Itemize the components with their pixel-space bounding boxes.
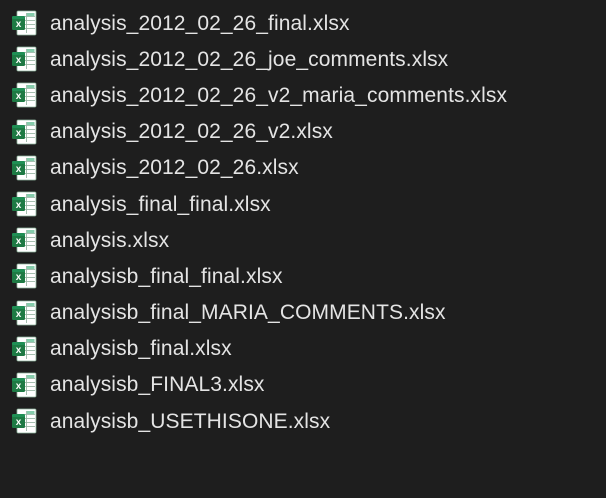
file-row[interactable]: x analysis_final_final.xlsx [0, 186, 606, 222]
file-row[interactable]: x analysis.xlsx [0, 222, 606, 258]
file-name: analysisb_USETHISONE.xlsx [50, 409, 331, 433]
file-row[interactable]: x analysis_2012_02_26_v2_maria_comments.… [0, 77, 606, 113]
excel-file-icon: x [12, 264, 37, 289]
excel-file-icon: x [12, 408, 37, 434]
excel-file-icon: x [12, 119, 37, 145]
file-name: analysisb_final.xlsx [50, 337, 232, 361]
file-name: analysisb_FINAL3.xlsx [50, 373, 265, 397]
svg-text:x: x [16, 272, 22, 283]
file-row[interactable]: x analysisb_USETHISONE.xlsx [0, 403, 606, 439]
svg-text:x: x [16, 91, 22, 102]
excel-file-icon: x [12, 46, 37, 72]
file-name: analysis_2012_02_26_v2.xlsx [50, 120, 333, 144]
excel-file-icon: x [12, 372, 37, 398]
file-name: analysisb_final_final.xlsx [50, 264, 283, 288]
svg-text:x: x [16, 381, 22, 392]
excel-file-icon: x [12, 300, 37, 325]
file-name: analysis_2012_02_26_final.xlsx [50, 11, 350, 35]
svg-text:x: x [16, 417, 22, 428]
svg-text:x: x [16, 19, 22, 30]
file-row[interactable]: x analysisb_final_final.xlsx [0, 258, 606, 294]
file-row[interactable]: x analysis_2012_02_26_v2.xlsx [0, 114, 606, 150]
file-name: analysis_2012_02_26.xlsx [50, 156, 299, 180]
excel-file-icon: x [12, 191, 37, 217]
svg-text:x: x [16, 345, 22, 356]
svg-text:x: x [16, 164, 22, 175]
file-row[interactable]: x analysis_2012_02_26_final.xlsx [0, 5, 606, 41]
svg-text:x: x [16, 200, 22, 211]
file-list: x analysis_2012_02_26_final.xlsx x analy… [0, 5, 606, 439]
excel-file-icon: x [12, 83, 37, 108]
file-name: analysis_2012_02_26_joe_comments.xlsx [50, 47, 449, 71]
file-row[interactable]: x analysisb_final_MARIA_COMMENTS.xlsx [0, 295, 606, 331]
file-row[interactable]: x analysis_2012_02_26_joe_comments.xlsx [0, 41, 606, 77]
file-name: analysis_final_final.xlsx [50, 192, 271, 216]
file-name: analysisb_final_MARIA_COMMENTS.xlsx [50, 301, 446, 325]
file-row[interactable]: x analysis_2012_02_26.xlsx [0, 150, 606, 186]
svg-text:x: x [16, 128, 22, 139]
file-row[interactable]: x analysisb_FINAL3.xlsx [0, 367, 606, 403]
file-name: analysis.xlsx [50, 228, 170, 252]
file-row[interactable]: x analysisb_final.xlsx [0, 331, 606, 367]
svg-text:x: x [16, 309, 22, 320]
svg-text:x: x [16, 55, 22, 66]
excel-file-icon: x [12, 10, 37, 36]
excel-file-icon: x [12, 227, 37, 253]
excel-file-icon: x [12, 336, 37, 362]
excel-file-icon: x [12, 155, 37, 181]
svg-text:x: x [16, 236, 22, 247]
file-name: analysis_2012_02_26_v2_maria_comments.xl… [50, 83, 508, 107]
